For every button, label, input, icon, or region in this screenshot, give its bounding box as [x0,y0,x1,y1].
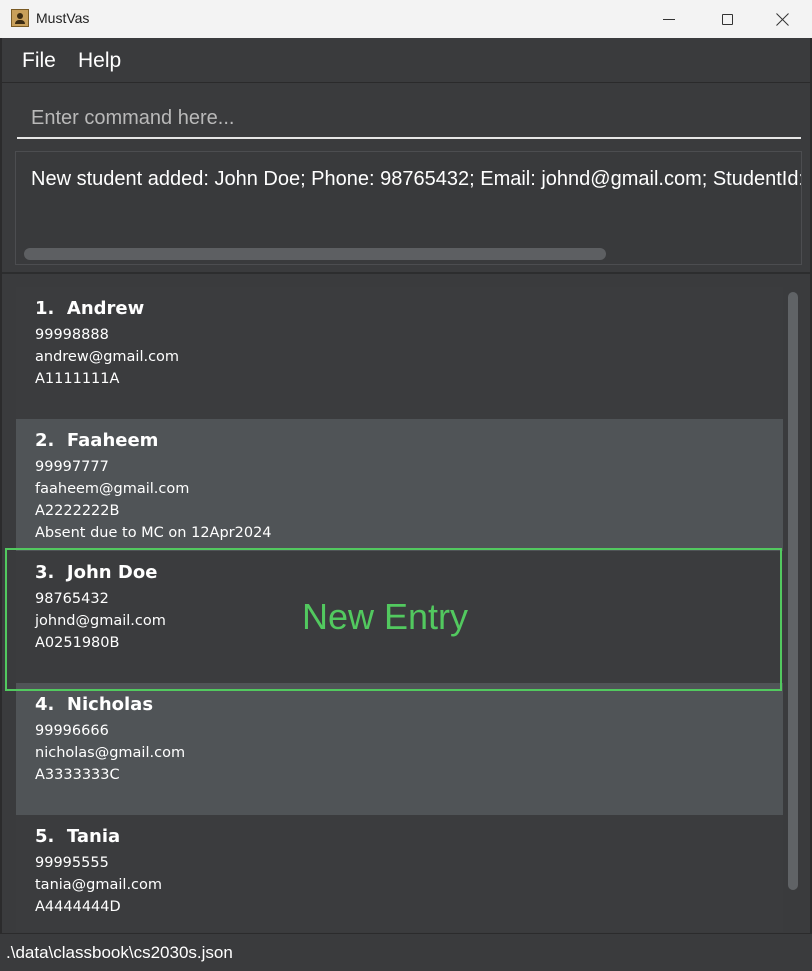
student-index: 5. [35,826,55,847]
student-phone: 99997777 [35,459,109,475]
student-description: Absent due to MC on 12Apr2024 [35,525,272,541]
student-email: nicholas@gmail.com [35,745,186,761]
student-email: faaheem@gmail.com [35,481,190,497]
title-bar[interactable]: MustVas [0,0,812,38]
student-index: 3. [35,562,55,583]
student-id: A1111111A [35,371,120,387]
student-email: tania@gmail.com [35,877,163,893]
student-phone: 98765432 [35,591,109,607]
result-display: New student added: John Doe; Phone: 9876… [15,151,802,265]
student-name: Tania [66,826,121,847]
student-title: 3. John Doe [35,562,157,583]
student-id: A0251980B [35,635,120,651]
student-name: Nicholas [66,694,154,715]
menu-bar: File Help [2,38,810,83]
result-horizontal-scrollbar[interactable] [24,248,606,260]
menu-help[interactable]: Help [78,49,121,73]
student-email: johnd@gmail.com [35,613,166,629]
window-title: MustVas [36,10,90,26]
menu-file[interactable]: File [22,49,56,73]
student-title: 2. Faaheem [35,430,158,451]
list-vertical-scrollbar[interactable] [788,292,798,890]
student-card[interactable]: 2. Faaheem 99997777 faaheem@gmail.com A2… [16,419,783,551]
student-card[interactable]: 1. Andrew 99998888 andrew@gmail.com A111… [16,287,783,419]
student-name: Andrew [66,298,145,319]
student-title: 5. Tania [35,826,120,847]
student-card[interactable]: 4. Nicholas 99996666 nicholas@gmail.com … [16,683,783,815]
student-index: 4. [35,694,55,715]
command-input[interactable] [17,99,801,139]
maximize-button[interactable] [698,0,756,38]
student-name: John Doe [66,562,158,583]
student-id: A2222222B [35,503,120,519]
status-file-path: .\data\classbook\cs2030s.json [6,943,233,962]
window-border-left [0,38,2,933]
app-icon [11,9,29,27]
student-index: 1. [35,298,55,319]
student-title: 1. Andrew [35,298,144,319]
student-index: 2. [35,430,55,451]
minimize-icon [663,18,675,20]
close-icon [776,12,790,26]
app-window: MustVas File Help New student added: Joh… [0,0,812,971]
status-bar: .\data\classbook\cs2030s.json [0,933,812,971]
student-id: A4444444D [35,899,121,915]
command-box [2,83,810,147]
result-message: New student added: John Doe; Phone: 9876… [31,168,802,190]
student-phone: 99998888 [35,327,109,343]
close-button[interactable] [754,0,812,38]
student-email: andrew@gmail.com [35,349,180,365]
student-name: Faaheem [66,430,159,451]
student-card[interactable]: 5. Tania 99995555 tania@gmail.com A44444… [16,815,783,932]
student-title: 4. Nicholas [35,694,153,715]
minimize-button[interactable] [640,0,698,38]
student-phone: 99995555 [35,855,109,871]
new-entry-label: New Entry [302,596,469,637]
student-id: A3333333C [35,767,120,783]
student-phone: 99996666 [35,723,109,739]
divider [2,272,810,274]
maximize-icon [721,13,733,25]
